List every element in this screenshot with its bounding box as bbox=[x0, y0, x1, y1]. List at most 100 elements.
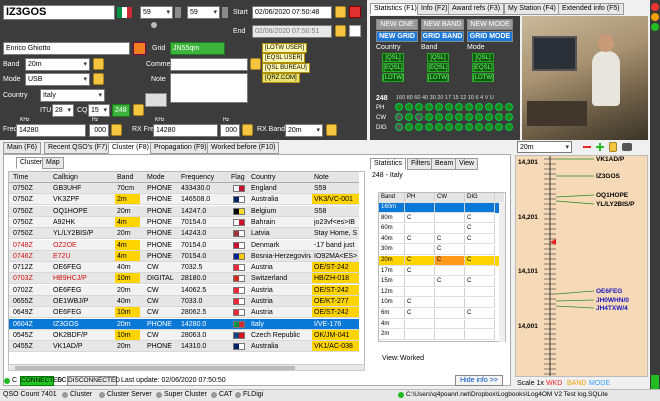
table-row[interactable]: 0748Z OZ2OE 4m PHONE 70154.0 Denmark -17 band … bbox=[9, 239, 359, 251]
itu-select[interactable]: 28 bbox=[52, 104, 74, 117]
table-row[interactable]: 0655Z OE1WBJ/P 40m CW 7033.0 Austria OE/KT-277 bbox=[9, 296, 359, 307]
end-time-input[interactable]: 02/06/2020 07:50:51 bbox=[252, 25, 332, 38]
tab-view[interactable]: View bbox=[455, 158, 479, 170]
start-lock-icon[interactable] bbox=[335, 6, 346, 18]
mode-select[interactable]: USB bbox=[25, 73, 90, 86]
note-input[interactable] bbox=[170, 73, 248, 103]
tab-band-statistics[interactable]: Statistics bbox=[370, 158, 407, 170]
table-row[interactable]: 0750Z VK3ZPF 2m PHONE 146508.0 Australia VK3/V… bbox=[9, 194, 359, 206]
mode-lock-icon[interactable] bbox=[93, 73, 104, 85]
fldigi-label[interactable]: FLDigi bbox=[243, 391, 263, 398]
header-band[interactable]: Band bbox=[117, 172, 142, 182]
callsign-input[interactable]: IZ3GOS bbox=[3, 5, 115, 20]
grid-input[interactable]: JN55qm bbox=[170, 42, 225, 55]
rst-received-select[interactable]: 59 bbox=[187, 6, 220, 19]
qsl-bureau-tag[interactable]: [QSL BUREAU] bbox=[262, 63, 310, 73]
tab-filters[interactable]: Filters bbox=[407, 158, 435, 170]
tab-recent-qsos[interactable]: Recent QSO's (F7) bbox=[44, 142, 112, 154]
name-edit-icon[interactable] bbox=[133, 42, 146, 55]
subtab-map[interactable]: Map bbox=[42, 157, 64, 169]
rx-freq-lock-icon[interactable] bbox=[242, 124, 253, 136]
header-callsign[interactable]: Callsign bbox=[53, 172, 113, 182]
table-row[interactable]: 0455Z VK1AD/P 20m PHONE 14310.0 Australia VK1/… bbox=[9, 341, 359, 353]
bandmap-band-select[interactable]: 20m bbox=[517, 141, 572, 153]
comment-input[interactable] bbox=[170, 58, 248, 71]
header-time[interactable]: Time bbox=[13, 172, 49, 182]
view-worked-value[interactable]: Worked bbox=[400, 355, 424, 362]
country-lock-icon[interactable] bbox=[133, 104, 144, 116]
table-row[interactable]: 0703Z HB9HCJ/P 10m DIGITAL 28180.0 Switzerlan… bbox=[9, 273, 359, 285]
hide-info-button[interactable]: Hide info >> bbox=[455, 375, 503, 386]
band-stats-scrollbar[interactable] bbox=[499, 202, 505, 342]
tab-extended-info[interactable]: Extended info (F5) bbox=[558, 3, 624, 15]
rx-hz-input[interactable]: 000 bbox=[220, 124, 240, 137]
cluster-hscroll[interactable] bbox=[8, 364, 365, 371]
cluster-server-label[interactable]: Cluster Server bbox=[107, 391, 152, 398]
side-expand-icon[interactable] bbox=[651, 375, 659, 389]
tab-statistics[interactable]: Statistics (F1) bbox=[370, 3, 421, 15]
minimize-icon[interactable] bbox=[651, 13, 659, 21]
table-row[interactable]: 0750Z OQ1HOPE 20m PHONE 14247.0 Belgium S58 bbox=[9, 205, 359, 217]
tab-worked-before[interactable]: Worked before (F10) bbox=[207, 142, 280, 154]
database-path: C:\Users\q4poanrl.net\Dropbox\Logbooks\L… bbox=[406, 391, 608, 398]
tab-beam[interactable]: Beam bbox=[431, 158, 458, 170]
cq-select[interactable]: 15 bbox=[88, 104, 110, 117]
bandmap-lock-icon[interactable] bbox=[609, 142, 617, 152]
table-row[interactable]: 0712Z OE6FEG 40m CW 7032.5 Austria OE/ST-242 bbox=[9, 262, 359, 274]
table-row[interactable]: 0746Z E72U 4m PHONE 70154.0 Bosnia-Herzegovin… bbox=[9, 250, 359, 262]
country-select[interactable]: Italy bbox=[40, 89, 105, 102]
lotw-user-tag[interactable]: [LOTW USER] bbox=[262, 43, 308, 53]
table-row[interactable]: 0702Z OE6FEG 20m CW 14062.5 Austria OE/ST-242 bbox=[9, 284, 359, 296]
band-lock-icon[interactable] bbox=[93, 58, 104, 70]
comment-lock-icon[interactable] bbox=[250, 58, 261, 70]
header-flag[interactable]: Flag bbox=[231, 172, 249, 182]
close-icon[interactable] bbox=[651, 3, 659, 11]
table-row[interactable]: 0649Z OE6FEG 10m CW 28062.5 Austria OE/ST-242 bbox=[9, 307, 359, 319]
header-note[interactable]: Note bbox=[314, 172, 359, 182]
eqsl-user-tag[interactable]: [EQSL USER] bbox=[262, 53, 306, 63]
freq-lock-icon[interactable] bbox=[111, 124, 122, 136]
qrz-tag[interactable]: [QRZ.COM] bbox=[262, 73, 300, 83]
table-row[interactable]: 0750Z GB3UHF 70cm PHONE 433430.0 England S59 bbox=[9, 183, 359, 194]
end-reset-icon[interactable] bbox=[349, 25, 361, 37]
tab-main[interactable]: Main (F6) bbox=[3, 142, 41, 154]
super-cluster-label[interactable]: Super Cluster bbox=[164, 391, 207, 398]
cell-freq: 433430.0 bbox=[181, 185, 211, 192]
rst-sent-slider[interactable] bbox=[175, 7, 181, 18]
tab-my-station[interactable]: My Station (F4) bbox=[504, 3, 560, 15]
tab-award-refs[interactable]: Award refs (F3) bbox=[448, 3, 505, 15]
table-row[interactable]: 0750Z YL/LY2BIS/P 20m PHONE 14243.0 Latvia Sta… bbox=[9, 228, 359, 240]
rx-freq-input[interactable]: 14280 bbox=[153, 124, 218, 137]
rst-received-slider[interactable] bbox=[222, 7, 228, 18]
freq-input[interactable]: 14280 bbox=[16, 124, 86, 137]
header-country[interactable]: Country bbox=[251, 172, 311, 182]
band-select[interactable]: 20m bbox=[25, 58, 90, 71]
settings-icon[interactable] bbox=[651, 23, 659, 31]
start-time-input[interactable]: 02/06/2020 07:50:48 bbox=[252, 6, 332, 19]
header-mode[interactable]: Mode bbox=[147, 172, 177, 182]
bandmap-camera-icon[interactable] bbox=[622, 143, 632, 151]
header-frequency[interactable]: Frequency bbox=[181, 172, 221, 182]
tab-info[interactable]: Info (F2) bbox=[417, 3, 452, 15]
tab-propagation[interactable]: Propagation (F9) bbox=[150, 142, 211, 154]
tab-cluster[interactable]: Cluster (F8) bbox=[108, 142, 153, 154]
freq-hz-input[interactable]: 000 bbox=[89, 124, 109, 137]
bandmap-canvas[interactable]: 14,301 14,201 14,101 14,001 VK1AD/P IZ3GOS OQ1… bbox=[515, 155, 648, 377]
rst-sent-select[interactable]: 59 bbox=[140, 6, 173, 19]
zoom-in-icon[interactable] bbox=[596, 143, 604, 151]
cluster-status-label[interactable]: Cluster bbox=[70, 391, 92, 398]
printer-icon[interactable] bbox=[145, 93, 167, 107]
rx-band-lock-icon[interactable] bbox=[326, 124, 337, 136]
worked-dot bbox=[495, 123, 503, 131]
table-row[interactable]: 0750Z A92HK 4m PHONE 70154.0 Bahrain jo23vf<es… bbox=[9, 216, 359, 228]
rx-band-select[interactable]: 20m bbox=[285, 124, 323, 137]
table-row[interactable]: 0545Z OK2BDF/P 10m CW 28063.0 Czech Republic O… bbox=[9, 329, 359, 341]
band-cell-dig: C bbox=[465, 213, 495, 224]
table-row[interactable]: 0604Z IZ3GOS 20m PHONE 14280.0 Italy I/VE-176 bbox=[9, 318, 359, 330]
cell-call: OE6FEG bbox=[53, 286, 82, 294]
stop-button[interactable] bbox=[349, 6, 361, 18]
name-input[interactable]: Enrico Ghiotto bbox=[3, 42, 130, 55]
zoom-out-icon[interactable] bbox=[583, 146, 591, 148]
end-lock-icon[interactable] bbox=[335, 25, 346, 37]
cat-label[interactable]: CAT bbox=[219, 391, 232, 398]
